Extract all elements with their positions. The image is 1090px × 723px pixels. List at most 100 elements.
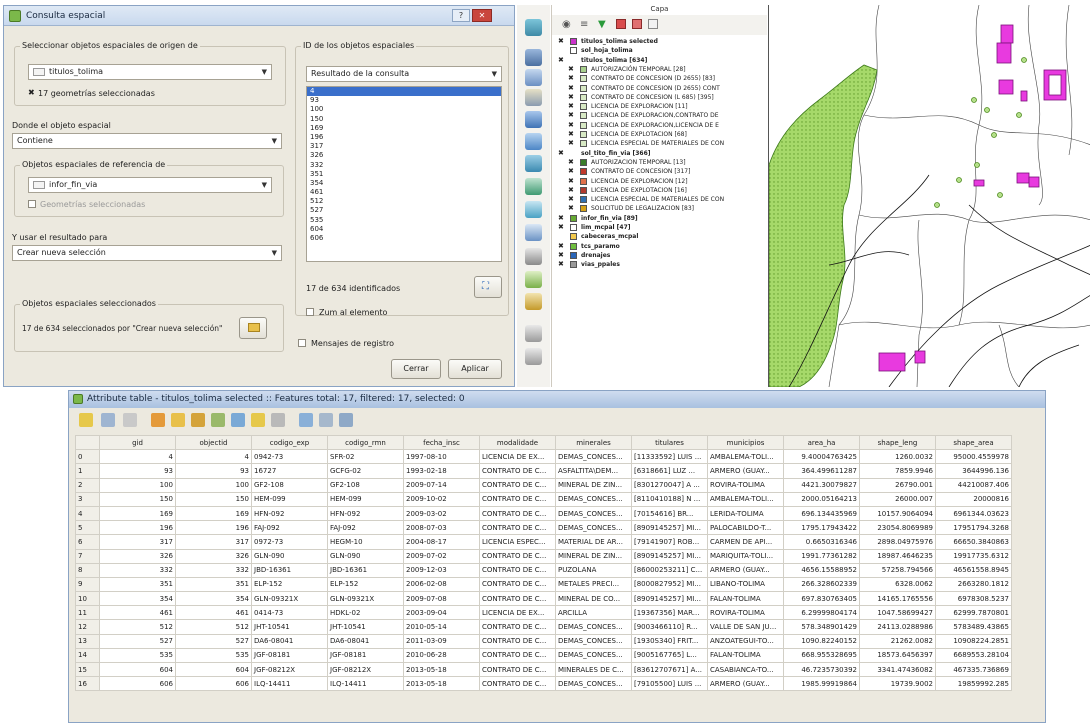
table-cell[interactable]: 0942-73 [251, 449, 328, 465]
zoom-checkbox[interactable] [306, 308, 314, 316]
layer-item[interactable]: ✖ sol_tito_fin_via [366] [552, 149, 766, 158]
row-number[interactable]: 12 [75, 619, 100, 635]
layer-item[interactable]: ✖ SOLICITUD DE LEGALIZACION [83] [552, 204, 766, 213]
table-cell[interactable]: 317 [99, 534, 176, 550]
row-number[interactable]: 13 [75, 633, 100, 649]
table-cell[interactable]: 467335.736869 [935, 661, 1012, 678]
table-cell[interactable]: 6961344.03623 [935, 505, 1012, 522]
visibility-checkbox-icon[interactable]: ✖ [558, 56, 564, 65]
add-wfs-icon[interactable] [525, 178, 542, 195]
table-cell[interactable]: 2000.05164213 [783, 491, 860, 507]
table-cell[interactable]: MATERIAL DE AR... [555, 534, 632, 550]
delete-column-icon[interactable] [319, 413, 333, 427]
layer-item[interactable]: ✖ vias_ppales [552, 260, 766, 269]
table-cell[interactable]: HEGM-10 [327, 534, 404, 550]
visibility-checkbox-icon[interactable]: ✖ [568, 139, 574, 148]
table-cell[interactable]: 20000816 [935, 491, 1012, 507]
table-cell[interactable]: 6328.0062 [859, 576, 936, 593]
table-cell[interactable]: 5783489.43865 [935, 619, 1012, 635]
table-cell[interactable]: 512 [99, 619, 176, 635]
help-icon[interactable]: ? [452, 9, 470, 22]
list-item[interactable]: 354 [307, 179, 501, 188]
table-cell[interactable]: 46.7235730392 [783, 661, 860, 678]
table-cell[interactable]: CONTRATO DE C... [479, 463, 556, 479]
visibility-checkbox-icon[interactable]: ✖ [568, 102, 574, 111]
layer-item[interactable]: ✖ LICENCIA DE EXPLORACION,CONTRATO DE [552, 111, 766, 120]
new-spatialite-icon[interactable] [525, 293, 542, 310]
table-cell[interactable]: 606 [175, 676, 252, 692]
table-cell[interactable]: JHT-10541 [327, 619, 404, 635]
dialog-titlebar[interactable]: Consulta espacial ? ✕ [4, 6, 514, 26]
table-cell[interactable]: 1260.0032 [859, 449, 936, 465]
table-cell[interactable]: 696.134435969 [783, 505, 860, 522]
digitize-icon[interactable] [525, 325, 542, 342]
table-cell[interactable]: 2009-07-08 [403, 591, 480, 607]
layer-item[interactable]: ✖ LICENCIA DE EXPLOTACION [16] [552, 186, 766, 195]
layer-item[interactable]: ✖ CONTRATO DE CONCESION (L 685) [395] [552, 93, 766, 102]
table-cell[interactable]: 6978308.5237 [935, 591, 1012, 607]
close-icon[interactable]: ✕ [472, 9, 492, 22]
visibility-checkbox-icon[interactable]: ✖ [568, 158, 574, 167]
row-number[interactable]: 2 [75, 477, 100, 493]
layer-item[interactable]: ✖ AUTORIZACION TEMPORAL [13] [552, 158, 766, 167]
list-item[interactable]: 317 [307, 142, 501, 151]
table-cell[interactable]: CONTRATO DE C... [479, 477, 556, 493]
table-cell[interactable]: LICENCIA DE EX... [479, 449, 556, 465]
table-cell[interactable]: [8909145257] MI... [631, 591, 708, 607]
table-row[interactable]: 1 93 93 16727 GCFG-02 1993-02-18 CONTRATO DE C… [75, 463, 1012, 479]
table-cell[interactable]: 604 [175, 661, 252, 678]
row-number[interactable]: 0 [75, 449, 100, 465]
list-item[interactable]: 326 [307, 151, 501, 160]
column-header[interactable]: modalidade [479, 434, 556, 451]
table-cell[interactable]: [86000253211] C... [631, 562, 708, 578]
ref-selected-checkbox[interactable] [28, 200, 36, 208]
table-cell[interactable]: 21262.0082 [859, 633, 936, 649]
table-cell[interactable]: 461 [175, 605, 252, 621]
layer-item[interactable]: ✖ CONTRATO DE CONCESION (D 2655) [83] [552, 74, 766, 83]
table-cell[interactable]: 23054.8069989 [859, 520, 936, 536]
visibility-checkbox-icon[interactable]: ✖ [558, 37, 564, 46]
row-number[interactable]: 10 [75, 591, 100, 607]
visibility-icon[interactable]: ◉ [562, 19, 571, 30]
visibility-checkbox-icon[interactable]: ✖ [568, 93, 574, 102]
table-cell[interactable]: 2009-10-02 [403, 491, 480, 507]
table-row[interactable]: 6 317 317 0972-73 HEGM-10 2004-08-17 LICENCIA … [75, 534, 1012, 550]
table-cell[interactable]: MINERAL DE CO... [555, 591, 632, 607]
table-cell[interactable]: 9.40004763425 [783, 449, 860, 465]
table-cell[interactable]: 0414-73 [251, 605, 328, 621]
table-cell[interactable]: 527 [175, 633, 252, 649]
layer-item[interactable]: ✖ tcs_paramo [552, 242, 766, 251]
column-header[interactable]: municipios [707, 434, 784, 451]
layer-item[interactable]: ✖ LICENCIA ESPECIAL DE MATERIALES DE CON [552, 195, 766, 204]
table-cell[interactable]: CONTRATO DE C... [479, 591, 556, 607]
table-cell[interactable]: 150 [99, 491, 176, 507]
attribute-grid[interactable]: gid objectid codigo_exp codigo_rmn fecha_ins… [75, 434, 1012, 692]
visibility-checkbox-icon[interactable]: ✖ [568, 195, 574, 204]
column-header[interactable]: objectid [175, 434, 252, 451]
close-button[interactable]: Cerrar [391, 359, 441, 379]
table-cell[interactable]: 1047.58699427 [859, 605, 936, 621]
layer-item[interactable]: ✖ LICENCIA DE EXPLORACION,LICENCIA DE E [552, 121, 766, 130]
table-cell[interactable]: VALLE DE SAN JU... [707, 619, 784, 635]
table-cell[interactable]: ELP-152 [327, 576, 404, 593]
table-cell[interactable]: 512 [175, 619, 252, 635]
table-row[interactable]: 7 326 326 GLN-090 GLN-090 2009-07-02 CONTRATO … [75, 548, 1012, 564]
table-cell[interactable]: 2006-02-08 [403, 576, 480, 593]
field-calculator-icon[interactable] [339, 413, 353, 427]
table-cell[interactable]: DEMAS_CONCES... [555, 449, 632, 465]
table-cell[interactable]: 93 [99, 463, 176, 479]
table-cell[interactable]: MINERAL DE ZIN... [555, 477, 632, 493]
layer-item[interactable]: sol_hoja_tolima [552, 46, 766, 55]
table-cell[interactable]: HEM-099 [251, 491, 328, 507]
table-cell[interactable]: [8301270047] A ... [631, 477, 708, 493]
table-cell[interactable]: FAJ-092 [251, 520, 328, 536]
table-cell[interactable]: ASFALTITA\DEM... [555, 463, 632, 479]
table-cell[interactable]: [6318661] LUZ ... [631, 463, 708, 479]
list-item[interactable]: 527 [307, 206, 501, 215]
new-column-icon[interactable] [299, 413, 313, 427]
table-cell[interactable]: 100 [99, 477, 176, 493]
select-expression-icon[interactable] [151, 413, 165, 427]
table-cell[interactable]: 4 [175, 449, 252, 465]
visibility-checkbox-icon[interactable]: ✖ [568, 84, 574, 93]
table-cell[interactable]: SFR-02 [327, 449, 404, 465]
